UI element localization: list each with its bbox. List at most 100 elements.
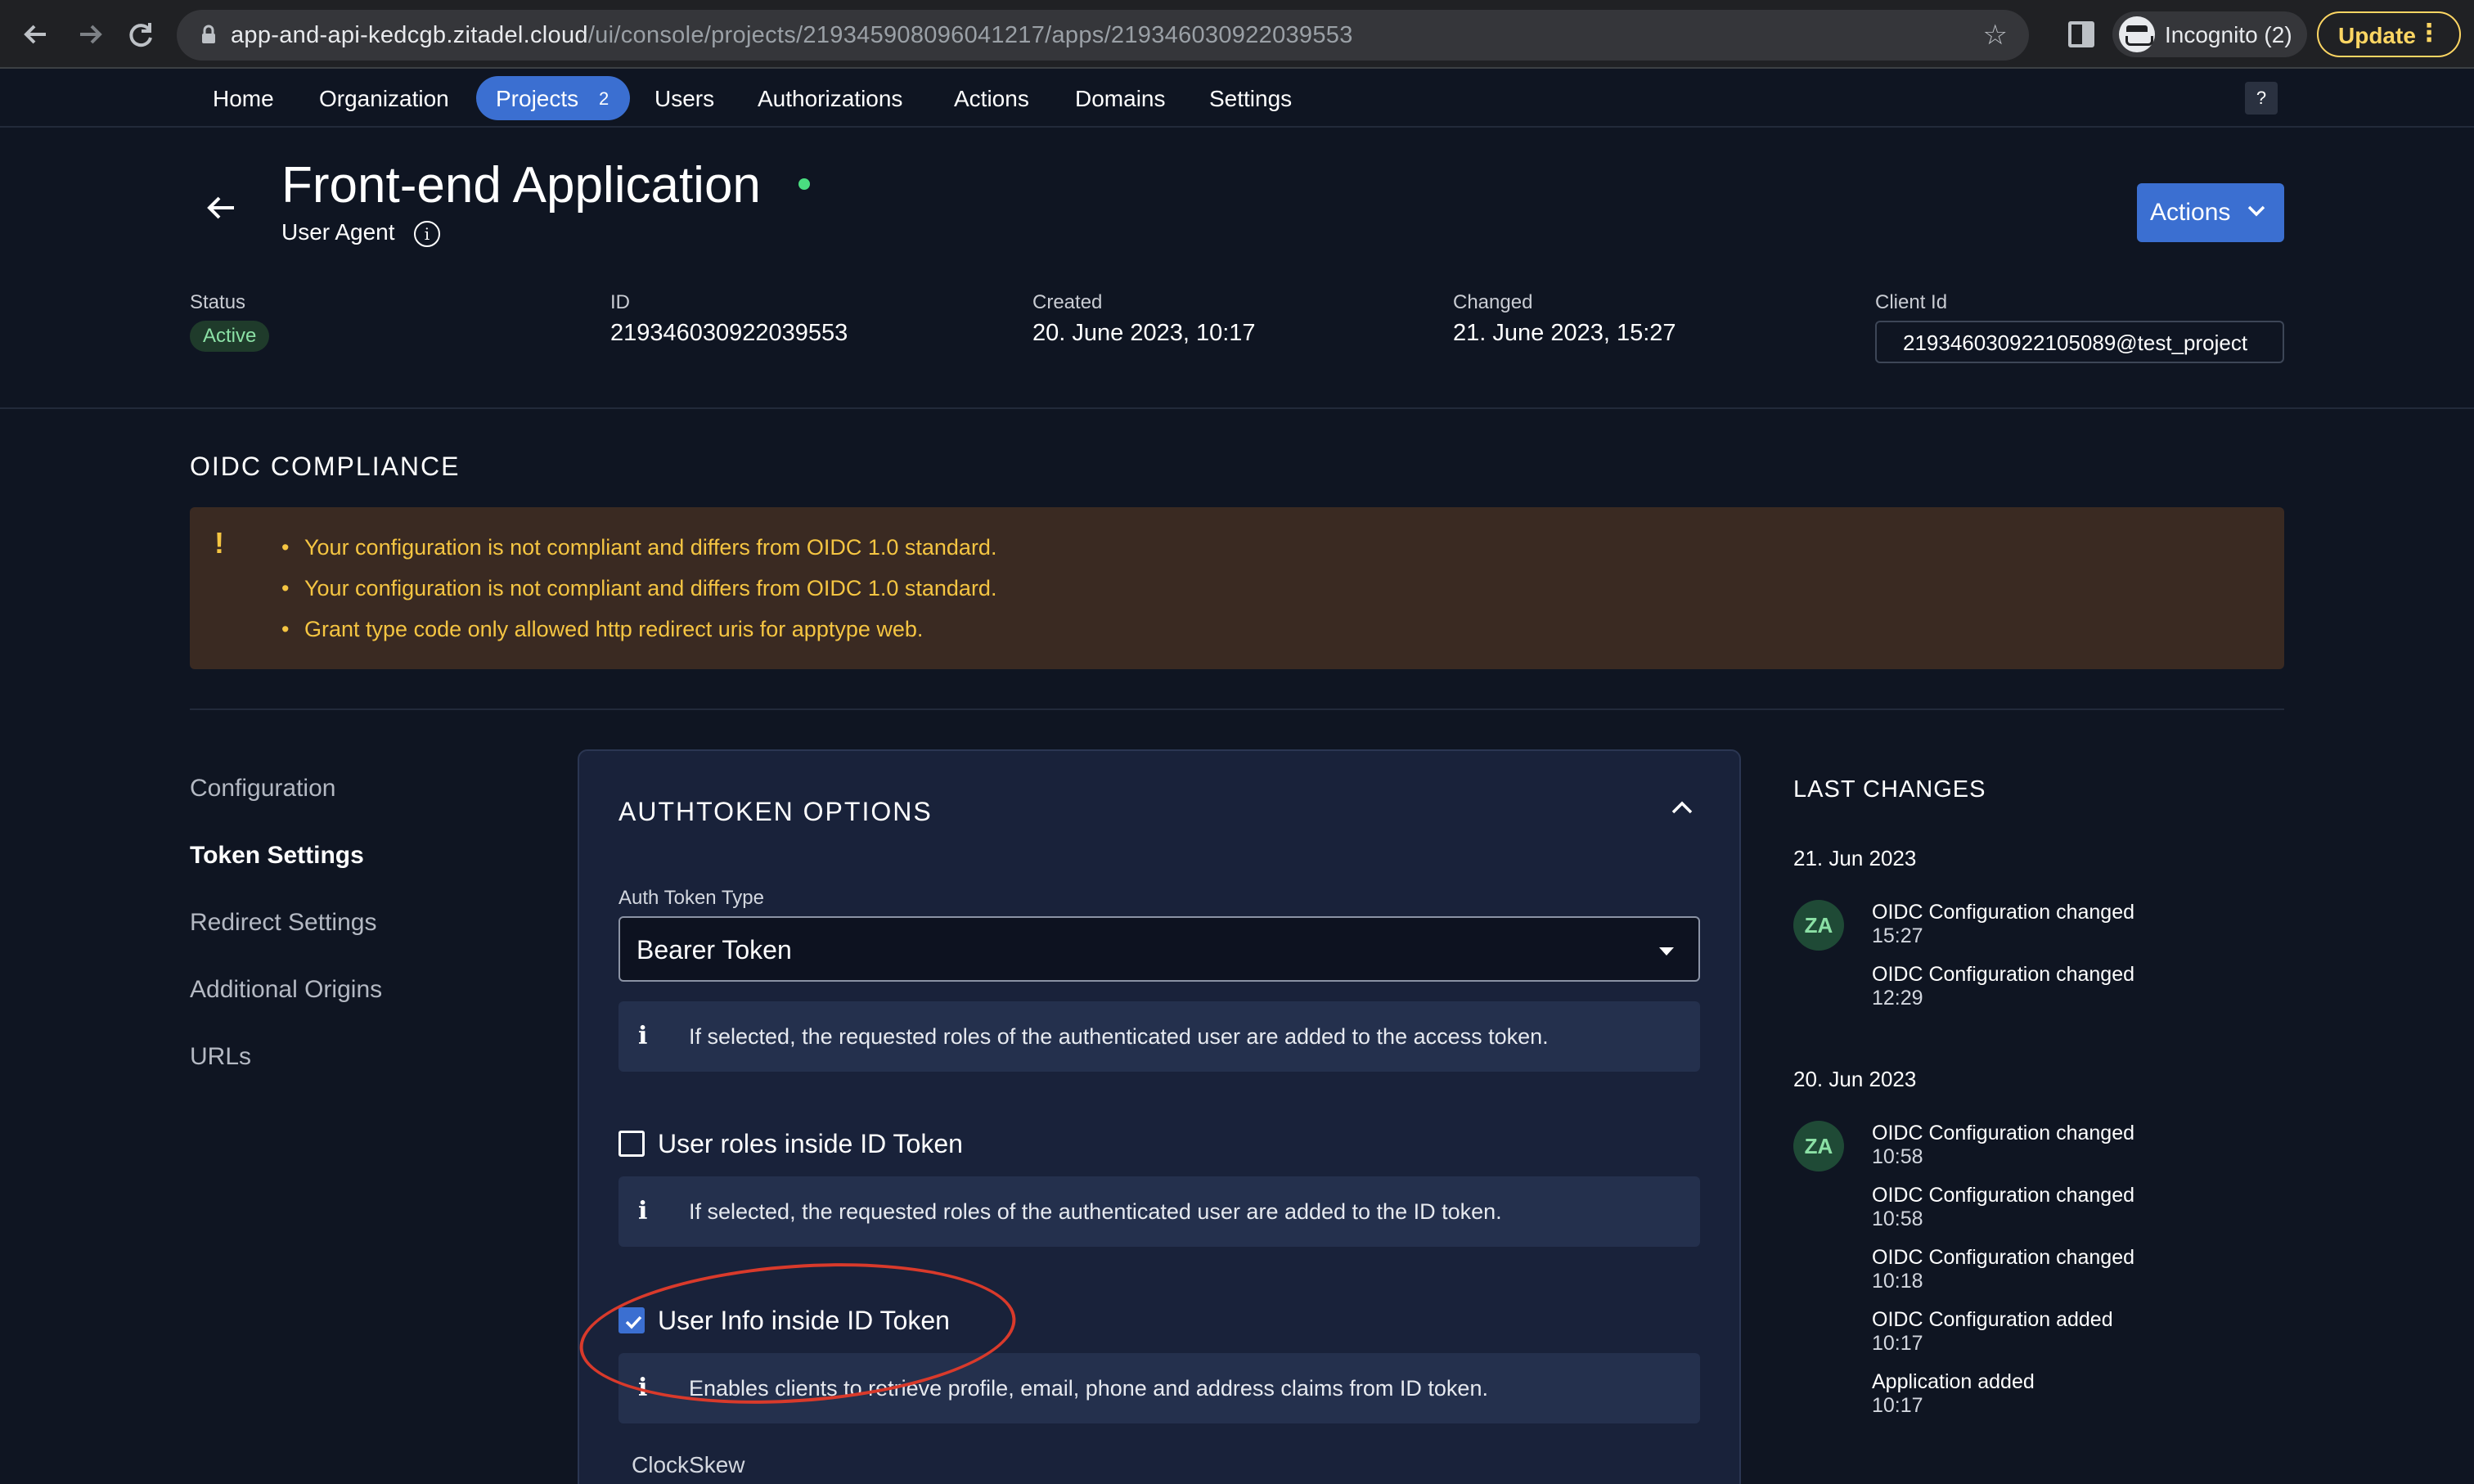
warning-list: • Your configuration is not compliant and… — [281, 527, 997, 650]
warning-text: Your configuration is not compliant and … — [304, 576, 997, 600]
change-time: 10:17 — [1872, 1394, 1923, 1417]
update-label: Update — [2338, 23, 2416, 48]
lock-icon — [202, 25, 215, 43]
nav-home[interactable]: Home — [213, 85, 274, 113]
nav-actions[interactable]: Actions — [954, 85, 1029, 113]
hint-id-token: i If selected, the requested roles of th… — [618, 1176, 1700, 1247]
section-divider — [190, 708, 2284, 710]
avatar: ZA — [1793, 900, 1844, 951]
change-entry: OIDC Configuration added 10:17 — [1872, 1308, 2113, 1356]
sidenav-urls[interactable]: URLs — [190, 1042, 251, 1072]
user-roles-id-token-checkbox[interactable]: User roles inside ID Token — [618, 1127, 1109, 1160]
sidenav-configuration[interactable]: Configuration — [190, 774, 335, 803]
header-divider — [0, 407, 2474, 409]
warning-item: • Your configuration is not compliant and… — [281, 527, 997, 568]
auth-token-type-label: Auth Token Type — [618, 887, 764, 909]
browser-toolbar: app-and-api-kedcgb.zitadel.cloud/ui/cons… — [0, 0, 2474, 69]
nav-authorizations[interactable]: Authorizations — [758, 85, 902, 113]
status-label: Status — [190, 291, 246, 313]
hint-text: If selected, the requested roles of the … — [689, 1024, 1549, 1049]
warning-item: • Grant type code only allowed http redir… — [281, 609, 996, 650]
compliance-heading: OIDC COMPLIANCE — [190, 452, 461, 481]
app-type: User Agent — [281, 219, 395, 245]
info-icon: i — [638, 1197, 648, 1225]
change-time: 15:27 — [1872, 924, 1923, 947]
auth-token-type-value: Bearer Token — [636, 935, 792, 965]
main-navigation: Home Organization Projects 2 Users Autho… — [0, 70, 2474, 128]
back-arrow-icon[interactable] — [18, 16, 54, 52]
client-id-value: 219346030922105089@test_project — [1903, 331, 2248, 355]
actions-button-label: Actions — [2150, 199, 2231, 226]
id-value: 219346030922039553 — [610, 320, 848, 346]
chevron-down-icon — [2247, 205, 2265, 217]
kebab-menu-icon: ⋮ — [2417, 20, 2441, 47]
created-label: Created — [1032, 291, 1103, 313]
change-time: 10:17 — [1872, 1332, 1923, 1355]
change-title: OIDC Configuration changed — [1872, 901, 2135, 924]
bullet-icon: • — [281, 535, 290, 560]
change-entry: OIDC Configuration changed 10:58 — [1872, 1122, 2134, 1169]
change-date: 21. Jun 2023 — [1793, 846, 1917, 870]
sidenav-redirect-settings[interactable]: Redirect Settings — [190, 908, 376, 938]
nav-projects-label: Projects — [496, 86, 579, 111]
address-bar[interactable]: app-and-api-kedcgb.zitadel.cloud/ui/cons… — [177, 10, 2029, 61]
incognito-icon — [2119, 16, 2155, 52]
nav-projects[interactable]: Projects 2 — [476, 76, 630, 120]
nav-settings[interactable]: Settings — [1209, 85, 1292, 113]
card-title: AUTHTOKEN OPTIONS — [618, 797, 933, 826]
side-panel-icon[interactable] — [2068, 21, 2094, 47]
changed-label: Changed — [1453, 291, 1533, 313]
warning-item: • Your configuration is not compliant and… — [281, 568, 997, 609]
clockskew-label: ClockSkew — [632, 1452, 745, 1477]
info-icon: i — [638, 1022, 648, 1050]
bullet-icon: • — [281, 576, 290, 600]
last-changes-heading: LAST CHANGES — [1793, 776, 1986, 803]
change-time: 10:18 — [1872, 1270, 1923, 1293]
nav-projects-count: 2 — [599, 88, 610, 109]
avatar: ZA — [1793, 1121, 1844, 1171]
id-label: ID — [610, 291, 630, 313]
change-title: OIDC Configuration changed — [1872, 1122, 2135, 1144]
hint-access-token: i If selected, the requested roles of th… — [618, 1001, 1700, 1072]
change-title: OIDC Configuration changed — [1872, 1246, 2135, 1269]
client-id-copy-field[interactable]: 219346030922105089@test_project — [1875, 321, 2284, 363]
incognito-label: Incognito (2) — [2165, 22, 2292, 47]
chevron-up-icon[interactable] — [1671, 800, 1694, 815]
change-entry: OIDC Configuration changed 15:27 — [1872, 901, 2134, 948]
warning-icon: ! — [214, 526, 224, 560]
auth-token-type-select[interactable]: Bearer Token — [618, 916, 1700, 982]
change-entry: OIDC Configuration changed 12:29 — [1872, 963, 2134, 1010]
incognito-profile-button[interactable]: Incognito (2) — [2112, 11, 2307, 57]
help-button[interactable]: ? — [2245, 82, 2278, 115]
nav-domains[interactable]: Domains — [1075, 85, 1165, 113]
warning-text: Your configuration is not compliant and … — [304, 535, 997, 560]
change-title: OIDC Configuration changed — [1872, 963, 2135, 986]
change-title: OIDC Configuration changed — [1872, 1184, 2135, 1207]
sidenav-token-settings[interactable]: Token Settings — [190, 841, 364, 870]
compliance-warning: ! • Your configuration is not compliant a… — [190, 507, 2284, 669]
status-badge: Active — [190, 321, 270, 352]
created-value: 20. June 2023, 10:17 — [1032, 320, 1256, 346]
bullet-icon: • — [281, 617, 290, 641]
sidenav-additional-origins[interactable]: Additional Origins — [190, 975, 382, 1005]
back-arrow-icon[interactable] — [205, 190, 241, 226]
status-dot-icon — [798, 178, 810, 190]
change-title: Application added — [1872, 1370, 2035, 1393]
nav-organization[interactable]: Organization — [319, 85, 449, 113]
change-time: 10:58 — [1872, 1207, 1923, 1230]
change-time: 10:58 — [1872, 1145, 1923, 1168]
change-time: 12:29 — [1872, 987, 1923, 1010]
nav-users[interactable]: Users — [654, 85, 714, 113]
info-icon[interactable]: i — [414, 221, 440, 247]
change-entry: Application added 10:17 — [1872, 1370, 2035, 1418]
client-id-label: Client Id — [1875, 291, 1948, 313]
checkbox-label: User roles inside ID Token — [658, 1129, 963, 1158]
change-entry: OIDC Configuration changed 10:58 — [1872, 1184, 2134, 1231]
actions-button[interactable]: Actions — [2137, 183, 2284, 242]
forward-arrow-icon[interactable] — [72, 16, 108, 52]
update-button[interactable]: Update ⋮ — [2317, 11, 2461, 57]
change-title: OIDC Configuration added — [1872, 1308, 2113, 1331]
hint-text: If selected, the requested roles of the … — [689, 1199, 1502, 1224]
bookmark-star-icon[interactable]: ☆ — [1983, 21, 2008, 49]
reload-icon[interactable] — [123, 16, 159, 52]
